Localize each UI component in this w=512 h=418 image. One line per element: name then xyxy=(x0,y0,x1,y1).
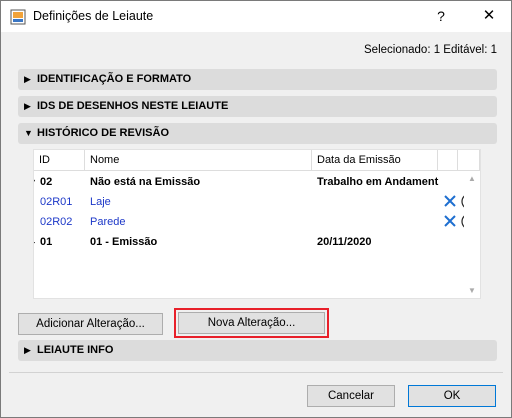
add-change-button[interactable]: Adicionar Alteração... xyxy=(18,313,163,335)
selection-info: Selecionado: 1 Editável: 1 xyxy=(364,44,497,56)
table-scrollbar[interactable]: ▲ ▼ xyxy=(464,171,480,298)
delete-x-icon[interactable] xyxy=(442,193,458,209)
dialog-window: Definições de Leiaute ? ✕ Selecionado: 1… xyxy=(0,0,512,418)
collapse-arrow-icon: ▼ xyxy=(24,128,33,138)
row-name: Não está na Emissão xyxy=(90,176,201,188)
column-header-name[interactable]: Nome xyxy=(85,150,312,171)
column-header-info xyxy=(458,150,480,171)
divider xyxy=(9,372,503,373)
scroll-down-arrow-icon[interactable]: ▼ xyxy=(468,286,476,295)
window-title: Definições de Leiaute xyxy=(33,9,154,23)
section-layout-info[interactable]: ▶ LEIAUTE INFO xyxy=(18,340,497,361)
column-header-date[interactable]: Data da Emissão xyxy=(312,150,438,171)
section-revision-history[interactable]: ▼ HISTÓRICO DE REVISÃO xyxy=(18,123,497,144)
cancel-button[interactable]: Cancelar xyxy=(307,385,395,407)
new-change-button[interactable]: Nova Alteração... xyxy=(178,312,325,334)
help-button[interactable]: ? xyxy=(431,6,451,26)
row-name: 01 - Emissão xyxy=(90,236,158,248)
row-name: Parede xyxy=(90,216,126,228)
ok-button[interactable]: OK xyxy=(408,385,496,407)
table-row[interactable]: 02R02 Parede xyxy=(34,212,478,232)
row-date: Trabalho em Andament xyxy=(317,176,439,188)
expand-arrow-icon: ▶ xyxy=(24,101,31,111)
expand-arrow-icon[interactable]: ▶ xyxy=(34,237,35,248)
scroll-up-arrow-icon[interactable]: ▲ xyxy=(468,174,476,183)
table-row[interactable]: ▼ 02 Não está na Emissão Trabalho em And… xyxy=(34,172,464,192)
row-id: 02R02 xyxy=(40,216,73,228)
row-id: 02 xyxy=(40,176,53,188)
column-header-id[interactable]: ID xyxy=(34,150,85,171)
section-label: LEIAUTE INFO xyxy=(37,344,114,356)
close-button[interactable]: ✕ xyxy=(479,6,499,26)
section-drawing-ids[interactable]: ▶ IDS DE DESENHOS NESTE LEIAUTE xyxy=(18,96,497,117)
row-id: 01 xyxy=(40,236,53,248)
table-row[interactable]: 02R01 Laje xyxy=(34,192,478,212)
row-date: 20/11/2020 xyxy=(317,236,372,248)
row-id: 02R01 xyxy=(40,196,73,208)
section-label: HISTÓRICO DE REVISÃO xyxy=(37,127,170,139)
row-name: Laje xyxy=(90,196,111,208)
delete-x-icon[interactable] xyxy=(442,213,458,229)
revision-table: ID Nome Data da Emissão ▼ 02 Não está na… xyxy=(33,149,481,299)
section-label: IDENTIFICAÇÃO E FORMATO xyxy=(37,73,192,85)
expand-arrow-icon: ▶ xyxy=(24,345,31,355)
collapse-arrow-icon[interactable]: ▼ xyxy=(34,177,37,187)
title-bar: Definições de Leiaute ? ✕ xyxy=(1,1,511,32)
section-label: IDS DE DESENHOS NESTE LEIAUTE xyxy=(37,100,229,112)
section-identification[interactable]: ▶ IDENTIFICAÇÃO E FORMATO xyxy=(18,69,497,90)
column-header-delete xyxy=(438,150,458,171)
table-row[interactable]: ▶ 01 01 - Emissão 20/11/2020 xyxy=(34,232,464,252)
expand-arrow-icon: ▶ xyxy=(24,74,31,84)
layout-settings-icon xyxy=(10,9,26,25)
